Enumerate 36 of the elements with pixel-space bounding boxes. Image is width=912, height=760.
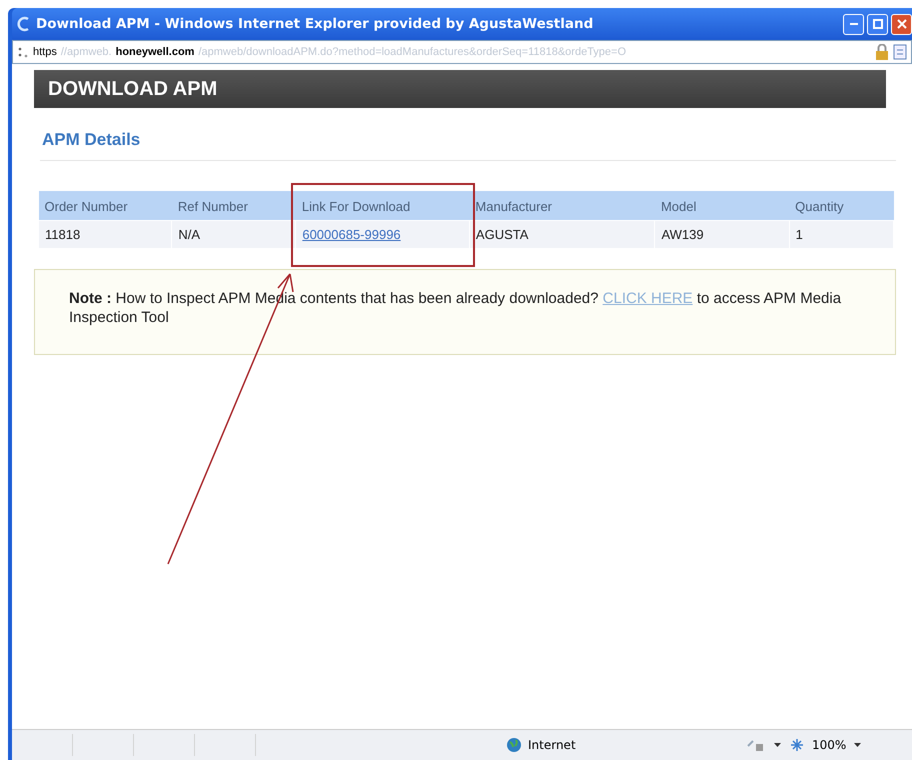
window-title: Download APM - Windows Internet Explorer provided by AgustaWestland (36, 16, 594, 32)
close-button[interactable] (891, 14, 912, 34)
padlock-icon[interactable] (875, 44, 889, 60)
maximize-button[interactable] (867, 14, 888, 34)
table-cell: 11818 (38, 220, 172, 248)
minimize-button[interactable] (843, 14, 864, 34)
minimize-icon (850, 23, 858, 25)
globe-icon (506, 737, 522, 753)
table-cell: N/A (172, 220, 296, 248)
zoom-icon[interactable] (790, 738, 804, 752)
dropdown-icon[interactable] (774, 742, 782, 748)
column-header: Order Number (38, 191, 172, 220)
table-cell: 1 (789, 220, 894, 248)
zone-label: Internet (528, 738, 576, 752)
url-domain: honeywell.com (116, 46, 194, 58)
close-icon (896, 19, 906, 29)
dropdown-icon[interactable] (854, 742, 862, 748)
table-cell: AGUSTA (469, 220, 655, 248)
column-header: Model (654, 191, 790, 220)
table-cell: AW139 (654, 220, 790, 248)
url-scheme: https (33, 46, 57, 58)
column-header: Quantity (789, 191, 894, 220)
download-link[interactable]: 60000685-99996 (302, 227, 401, 242)
section-title: APM Details (42, 130, 142, 150)
column-header: Manufacturer (469, 191, 655, 220)
column-header: Ref Number (172, 191, 296, 220)
zoom-level[interactable]: 100% (812, 738, 846, 752)
maximize-icon (872, 19, 882, 29)
header-title: DOWNLOAD APM (48, 78, 218, 100)
loading-icon (17, 46, 29, 58)
browser-logo-icon (16, 16, 30, 32)
url-path: /apmweb/downloadAPM.do?method=loadManufactures&orderSeq=11818&ordeType=O (198, 46, 628, 58)
column-header: Link For Download (296, 191, 470, 220)
url-subdomain: //apmweb. (60, 46, 112, 58)
address-bar[interactable]: https //apmweb. honeywell.com /apmweb/downloadAPM.do?method=loadManufactures&orderSeq=11818&ordeType=O (12, 40, 912, 64)
protected-mode-icon[interactable] (746, 738, 766, 752)
